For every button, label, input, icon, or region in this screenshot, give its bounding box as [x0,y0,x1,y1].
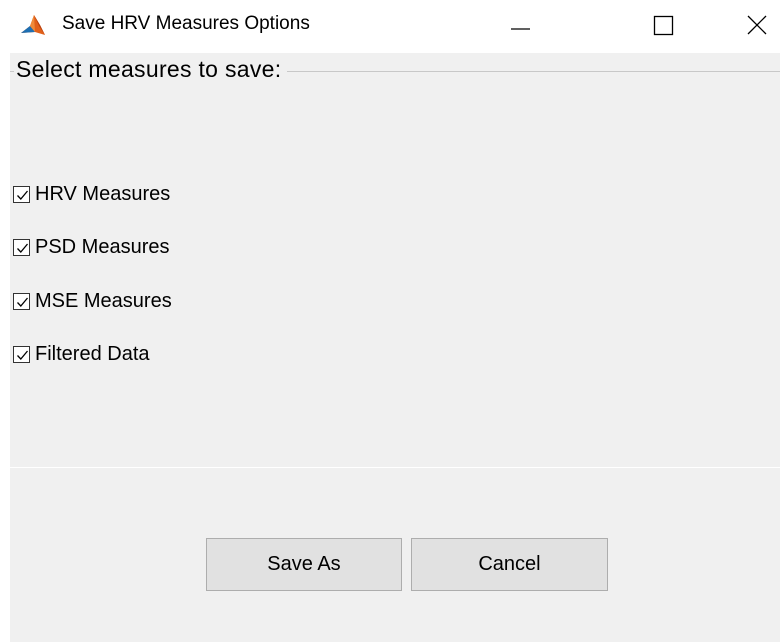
checkbox-psd-measures[interactable]: PSD Measures [13,234,170,260]
checkbox-filtered-data[interactable]: Filtered Data [13,341,150,367]
minimize-icon [511,28,530,30]
cancel-button[interactable]: Cancel [411,538,608,591]
checkbox-label: PSD Measures [35,235,170,258]
window-title: Save HRV Measures Options [62,13,310,34]
checkmark-icon [17,190,28,200]
dialog-window: Save HRV Measures Options Select measure… [0,0,780,642]
checkbox-label: Filtered Data [35,342,150,365]
save-as-button[interactable]: Save As [206,538,402,591]
title-bar[interactable]: Save HRV Measures Options [0,0,780,53]
checkmark-icon [17,297,28,307]
checkbox-box[interactable] [13,238,30,256]
group-legend: Select measures to save: [14,56,288,83]
checkbox-box[interactable] [13,292,30,310]
checkbox-label: MSE Measures [35,289,172,312]
minimize-button[interactable] [494,0,554,53]
matlab-icon [18,11,48,41]
close-icon [747,15,767,35]
measures-group-panel: Select measures to save: HRV Measures PS… [10,53,780,467]
checkbox-label: HRV Measures [35,182,171,205]
checkbox-box[interactable] [13,345,30,363]
close-button[interactable] [720,0,780,53]
checkbox-hrv-measures[interactable]: HRV Measures [13,181,170,207]
maximize-icon [653,15,674,36]
dialog-client-area: Select measures to save: HRV Measures PS… [10,53,780,642]
panel-divider [10,467,780,468]
checkmark-icon [17,350,28,360]
checkbox-box[interactable] [13,185,30,203]
checkmark-icon [17,243,28,253]
checkbox-mse-measures[interactable]: MSE Measures [13,288,172,314]
maximize-button[interactable] [632,0,692,53]
